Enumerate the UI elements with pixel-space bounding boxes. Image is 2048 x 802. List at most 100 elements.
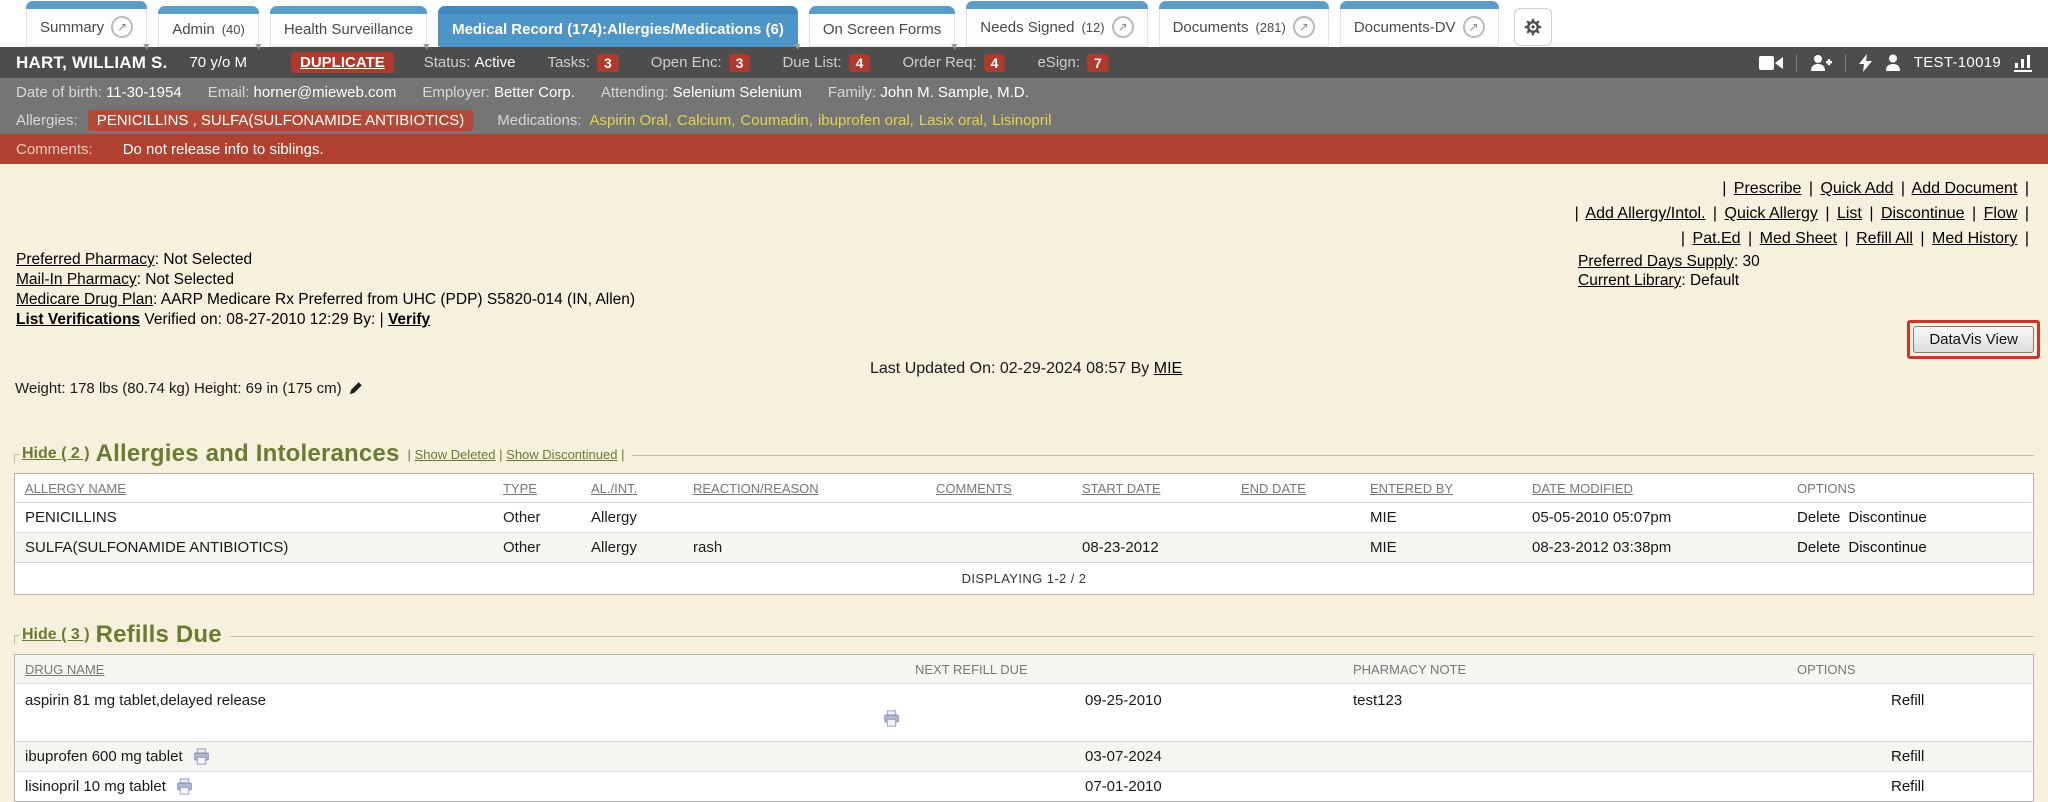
refill-link[interactable]: Refill (1891, 778, 1924, 795)
email-value: horner@mieweb.com (254, 84, 397, 101)
allergy-alint: Allergy (581, 536, 683, 559)
tab-on-screen-forms-label: On Screen Forms (823, 21, 941, 38)
tab-admin[interactable]: Admin (40) (158, 6, 259, 47)
medication-link[interactable]: Coumadin, (740, 112, 813, 129)
allergy-start-date: 08-23-2012 (1072, 536, 1231, 559)
comments-label: Comments: (16, 141, 93, 158)
refill-link[interactable]: Refill (1891, 692, 1924, 709)
col-options: OPTIONS (1797, 662, 1856, 677)
allergy-type: Other (493, 536, 581, 559)
col-reaction-reason[interactable]: REACTION/REASON (693, 481, 819, 496)
refills-table: DRUG NAME NEXT REFILL DUE PHARMACY NOTE … (14, 654, 2034, 802)
col-comments[interactable]: COMMENTS (936, 481, 1012, 496)
email-label: Email: (208, 84, 250, 101)
allergies-section-links: | Show Deleted | Show Discontinued | (408, 447, 625, 462)
tab-needs-signed[interactable]: Needs Signed (12) ↗ (966, 1, 1147, 47)
tab-documents[interactable]: Documents (281) ↗ (1159, 1, 1329, 47)
refills-hide-link[interactable]: Hide ( 3 ) (22, 626, 90, 644)
refill-row: lisinopril 10 mg tablet 07-01-2010 Refil… (15, 771, 2033, 801)
discontinue-link[interactable]: Discontinue (1848, 509, 1926, 526)
refills-section-header: Hide ( 3 ) Refills Due (14, 621, 2034, 649)
separator: | (408, 447, 411, 462)
delete-link[interactable]: Delete (1797, 539, 1840, 556)
allergies-table-header: ALLERGY NAME TYPE AL./INT. REACTION/REAS… (15, 474, 2033, 502)
medication-link[interactable]: ibuprofen oral, (818, 112, 914, 129)
order-req-count-badge[interactable]: 4 (984, 54, 1006, 72)
separator: | (499, 447, 502, 462)
print-icon[interactable] (883, 710, 900, 727)
video-call-icon[interactable] (1759, 55, 1783, 71)
lightning-icon[interactable] (1859, 54, 1872, 72)
allergies-medications-bar: Allergies: PENICILLINS , SULFA(SULFONAMI… (0, 107, 2048, 134)
discontinue-link[interactable]: Discontinue (1848, 539, 1926, 556)
medication-link[interactable]: Aspirin Oral, (590, 112, 673, 129)
allergy-alint: Allergy (581, 506, 683, 529)
col-drug-name[interactable]: DRUG NAME (25, 662, 104, 677)
separator: | (621, 447, 624, 462)
refills-table-header: DRUG NAME NEXT REFILL DUE PHARMACY NOTE … (15, 655, 2033, 683)
medication-link[interactable]: Lasix oral, (919, 112, 987, 129)
tab-health-surveillance[interactable]: Health Surveillance (270, 6, 427, 47)
allergy-row: SULFA(SULFONAMIDE ANTIBIOTICS) Other All… (15, 532, 2033, 562)
delete-link[interactable]: Delete (1797, 509, 1840, 526)
duplicate-badge[interactable]: DUPLICATE (291, 52, 394, 73)
external-link-icon[interactable]: ↗ (1293, 16, 1315, 38)
refills-section-title: Refills Due (96, 621, 222, 649)
attending-label: Attending: (601, 84, 669, 101)
tab-medical-record[interactable]: Medical Record (174):Allergies/Medicatio… (438, 6, 798, 47)
demographics-bar: Date of birth: 11-30-1954 Email: horner@… (0, 78, 2048, 107)
due-list-count-badge[interactable]: 4 (849, 54, 871, 72)
tasks-count-badge[interactable]: 3 (597, 54, 619, 72)
col-start-date[interactable]: START DATE (1082, 481, 1161, 496)
col-end-date[interactable]: END DATE (1241, 481, 1306, 496)
col-entered-by[interactable]: ENTERED BY (1370, 481, 1453, 496)
external-link-icon[interactable]: ↗ (1112, 16, 1134, 38)
patient-header-bar: HART, WILLIAM S. 70 y/o M DUPLICATE Stat… (0, 47, 2048, 78)
external-link-icon[interactable]: ↗ (1463, 16, 1485, 38)
show-deleted-link[interactable]: Show Deleted (415, 447, 496, 462)
pharmacy-note: test123 (1343, 684, 1787, 712)
patient-age-sex: 70 y/o M (189, 54, 247, 71)
medication-link[interactable]: Lisinopril (992, 112, 1051, 129)
allergies-hide-link[interactable]: Hide ( 2 ) (22, 445, 90, 463)
chart-icon[interactable] (2014, 54, 2032, 72)
col-type[interactable]: TYPE (503, 481, 537, 496)
col-al-int[interactable]: AL./INT. (591, 481, 637, 496)
tasks-label: Tasks: (547, 54, 590, 71)
print-icon[interactable] (176, 778, 193, 795)
refill-row: aspirin 81 mg tablet,delayed release 09-… (15, 683, 2033, 741)
person-icon[interactable] (1885, 54, 1901, 71)
allergy-reaction (683, 515, 926, 521)
allergies-badge[interactable]: PENICILLINS , SULFA(SULFONAMIDE ANTIBIOT… (88, 110, 474, 131)
external-link-icon[interactable]: ↗ (111, 16, 133, 38)
col-date-modified[interactable]: DATE MODIFIED (1532, 481, 1633, 496)
main-content: | Prescribe | Quick Add | Add Document |… (0, 164, 2048, 788)
refill-link[interactable]: Refill (1891, 748, 1924, 765)
tab-on-screen-forms[interactable]: On Screen Forms (809, 6, 955, 47)
col-allergy-name[interactable]: ALLERGY NAME (25, 481, 126, 496)
medication-link[interactable]: Calcium, (677, 112, 735, 129)
tab-settings-button[interactable] (1514, 8, 1552, 46)
col-next-refill-due: NEXT REFILL DUE (915, 662, 1028, 677)
col-options: OPTIONS (1797, 481, 1856, 496)
tab-documents-dv[interactable]: Documents-DV ↗ (1340, 1, 1499, 47)
refills-section: Hide ( 3 ) Refills Due DRUG NAME NEXT RE… (14, 621, 2034, 802)
drug-name: ibuprofen 600 mg tablet (25, 748, 183, 765)
esign-count-badge[interactable]: 7 (1087, 54, 1109, 72)
allergy-name: PENICILLINS (15, 506, 493, 529)
open-enc-count-badge[interactable]: 3 (729, 54, 751, 72)
show-discontinued-link[interactable]: Show Discontinued (506, 447, 617, 462)
add-person-icon[interactable] (1810, 54, 1832, 72)
allergy-reaction: rash (683, 536, 926, 559)
drug-name: aspirin 81 mg tablet,delayed release (25, 687, 901, 709)
col-pharmacy-note: PHARMACY NOTE (1353, 662, 1466, 677)
allergy-comments (926, 545, 1072, 551)
allergies-section: Hide ( 2 ) Allergies and Intolerances | … (14, 164, 2034, 595)
employer-label: Employer: (422, 84, 490, 101)
allergies-section-title: Allergies and Intolerances (96, 440, 400, 468)
tab-bar: Summary ↗ Admin (40) Health Surveillance… (0, 0, 2048, 47)
allergies-table-footer: DISPLAYING 1-2 / 2 (15, 562, 2033, 594)
medications-label: Medications: (497, 112, 581, 129)
tab-summary[interactable]: Summary ↗ (26, 1, 147, 47)
print-icon[interactable] (193, 748, 210, 765)
